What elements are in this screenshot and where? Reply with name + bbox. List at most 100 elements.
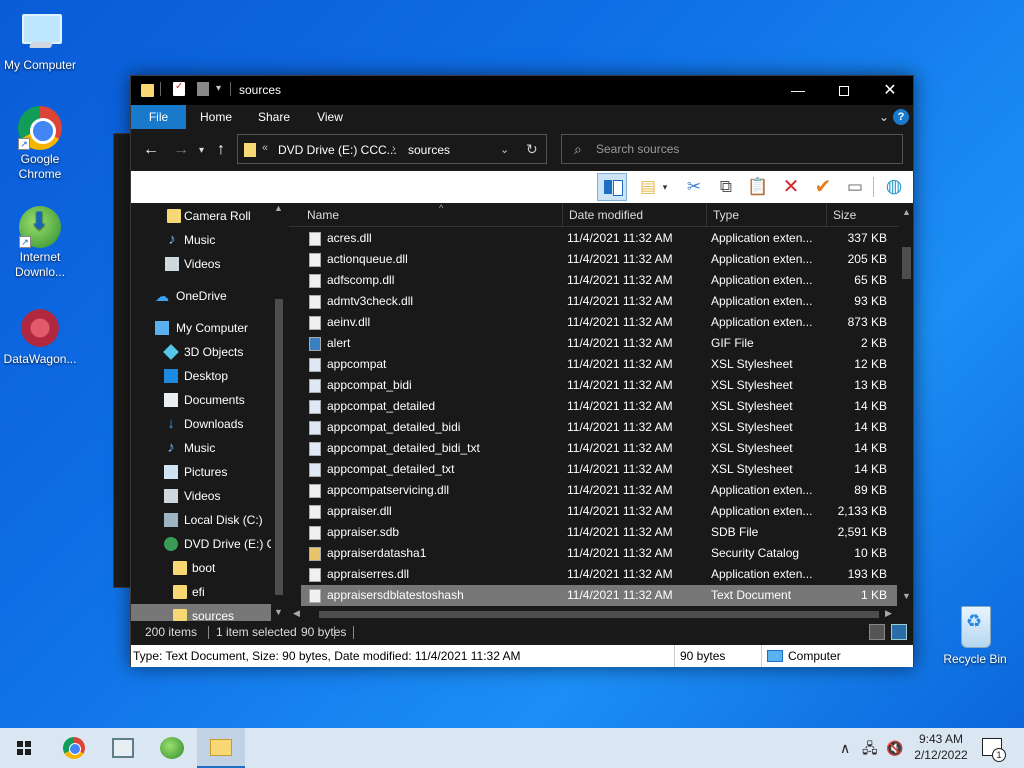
change-view-icon[interactable]: ▤ <box>636 175 660 199</box>
taskbar-file-explorer[interactable] <box>197 728 245 768</box>
new-folder-icon[interactable] <box>197 82 209 96</box>
nav-item-my-computer[interactable]: My Computer <box>131 316 271 340</box>
back-button[interactable]: ← <box>143 141 159 159</box>
nav-item-pictures[interactable]: Pictures <box>131 460 271 484</box>
clock[interactable]: 9:43 AM 2/12/2022 <box>910 731 972 763</box>
file-row[interactable]: adfscomp.dll 11/4/2021 11:32 AM Applicatio… <box>301 270 897 291</box>
start-button[interactable] <box>0 728 48 768</box>
file-row[interactable]: appraiserres.dll 11/4/2021 11:32 AM Applic… <box>301 564 897 585</box>
scroll-thumb[interactable] <box>275 299 283 595</box>
column-header-date-modified[interactable]: Date modified <box>563 203 707 227</box>
taskbar-chrome[interactable] <box>50 728 98 768</box>
file-row[interactable]: actionqueue.dll 11/4/2021 11:32 AM Applica… <box>301 249 897 270</box>
up-button[interactable]: ↑ <box>217 141 225 159</box>
tab-file[interactable]: File <box>131 105 186 129</box>
copy-icon[interactable]: ⧉ <box>714 175 738 199</box>
nav-item-videos[interactable]: Videos <box>131 252 271 276</box>
address-bar[interactable]: « DVD Drive (E:) CCC... › sources ⌄ ↻ <box>237 134 547 164</box>
file-row[interactable]: appcompatservicing.dll 11/4/2021 11:32 AM… <box>301 480 897 501</box>
cut-icon[interactable]: ✂ <box>682 175 706 199</box>
quick-access-dropdown-icon[interactable]: ▾ <box>216 83 221 99</box>
file-list-horizontal-scrollbar[interactable]: ◀ ▶ <box>289 607 899 621</box>
properties-check-icon[interactable]: ✔ <box>811 175 835 199</box>
globe-icon[interactable]: ◍ <box>882 175 906 199</box>
nav-item-boot[interactable]: boot <box>131 556 271 580</box>
search-input[interactable] <box>596 139 896 159</box>
scroll-down-icon[interactable]: ▼ <box>274 607 283 617</box>
file-row[interactable]: admtv3check.dll 11/4/2021 11:32 AM Applica… <box>301 291 897 312</box>
large-icons-view-button[interactable] <box>891 624 907 640</box>
desktop-icon-internet-download-manager[interactable]: ↗ Internet Downlo... <box>0 206 80 280</box>
forward-button[interactable]: → <box>173 141 189 159</box>
nav-item-3d-objects[interactable]: 3D Objects <box>131 340 271 364</box>
file-row[interactable]: appcompat 11/4/2021 11:32 AM XSL Styleshee… <box>301 354 897 375</box>
properties-icon[interactable] <box>173 81 185 96</box>
breadcrumb-separator[interactable]: › <box>392 143 396 155</box>
minimize-button[interactable]: — <box>775 76 821 105</box>
search-box[interactable]: ⌕ <box>561 134 903 164</box>
nav-item-music-2[interactable]: ♪ Music <box>131 436 271 460</box>
view-dropdown-icon[interactable]: ▾ <box>659 175 671 199</box>
desktop-icon-recycle-bin[interactable]: Recycle Bin <box>935 602 1015 667</box>
file-row[interactable]: appcompat_detailed_txt 11/4/2021 11:32 AM… <box>301 459 897 480</box>
details-view-button[interactable] <box>869 624 885 640</box>
column-header-name[interactable]: ^ Name <box>301 203 563 227</box>
desktop-icon-my-computer[interactable]: My Computer <box>0 8 80 73</box>
breadcrumb-dvd-drive[interactable]: DVD Drive (E:) CCC... <box>278 143 397 157</box>
file-row[interactable]: appraisersdblatestoshash 11/4/2021 11:32 … <box>301 585 897 606</box>
address-history-dropdown-icon[interactable]: ⌄ <box>500 143 509 156</box>
paste-icon[interactable]: 📋 <box>746 175 770 199</box>
refresh-icon[interactable]: ↻ <box>526 141 538 158</box>
scroll-right-icon[interactable]: ▶ <box>885 608 892 619</box>
file-row[interactable]: acres.dll 11/4/2021 11:32 AM Application e… <box>301 228 897 249</box>
desktop-icon-datawagon[interactable]: DataWagon... <box>0 306 80 367</box>
volume-muted-icon[interactable]: 🔇 <box>886 728 903 768</box>
scroll-down-icon[interactable]: ▼ <box>902 591 911 601</box>
nav-scrollbar[interactable]: ▲ ▼ <box>271 203 287 621</box>
title-bar[interactable]: ▾ sources — ✕ <box>131 76 913 105</box>
taskbar-idm[interactable] <box>148 728 196 768</box>
file-row[interactable]: appcompat_detailed 11/4/2021 11:32 AM XSL … <box>301 396 897 417</box>
nav-item-dvd-drive[interactable]: DVD Drive (E:) CC <box>131 532 271 556</box>
file-row[interactable]: appcompat_detailed_bidi 11/4/2021 11:32 A… <box>301 417 897 438</box>
file-row[interactable]: appraiser.sdb 11/4/2021 11:32 AM SDB File 2… <box>301 522 897 543</box>
file-row[interactable]: appcompat_bidi 11/4/2021 11:32 AM XSL Styl… <box>301 375 897 396</box>
show-hidden-icons-icon[interactable]: ∧ <box>840 728 850 768</box>
nav-item-sources[interactable]: sources <box>131 604 271 621</box>
nav-item-downloads[interactable]: ↓ Downloads <box>131 412 271 436</box>
tab-home[interactable]: Home <box>191 105 241 129</box>
scroll-thumb[interactable] <box>319 611 879 618</box>
nav-item-documents[interactable]: Documents <box>131 388 271 412</box>
expand-ribbon-icon[interactable]: ⌄ <box>879 110 889 124</box>
taskbar-app-window[interactable] <box>99 728 147 768</box>
scroll-up-icon[interactable]: ▲ <box>902 207 911 217</box>
file-row[interactable]: appraiserdatasha1 11/4/2021 11:32 AM Secur… <box>301 543 897 564</box>
nav-item-desktop[interactable]: Desktop <box>131 364 271 388</box>
file-row[interactable]: alert 11/4/2021 11:32 AM GIF File 2 KB <box>301 333 897 354</box>
nav-item-music[interactable]: ♪ Music <box>131 228 271 252</box>
desktop-icon-google-chrome[interactable]: ↗ Google Chrome <box>0 106 80 182</box>
scroll-thumb[interactable] <box>902 247 911 279</box>
breadcrumb-overflow[interactable]: « <box>262 142 268 154</box>
scroll-left-icon[interactable]: ◀ <box>293 608 300 619</box>
file-row[interactable]: aeinv.dll 11/4/2021 11:32 AM Application e… <box>301 312 897 333</box>
delete-icon[interactable]: ✕ <box>779 175 803 199</box>
nav-item-camera-roll[interactable]: Camera Roll <box>131 204 271 228</box>
scroll-up-icon[interactable]: ▲ <box>274 203 283 213</box>
breadcrumb-sources[interactable]: sources <box>408 143 450 157</box>
file-row[interactable]: appraiser.dll 11/4/2021 11:32 AM Applicati… <box>301 501 897 522</box>
file-list-vertical-scrollbar[interactable]: ▲ ▼ <box>899 203 913 607</box>
column-header-type[interactable]: Type <box>707 203 827 227</box>
column-header-size[interactable]: Size <box>827 203 899 227</box>
help-icon[interactable]: ? <box>893 109 909 125</box>
nav-item-videos-2[interactable]: Videos <box>131 484 271 508</box>
file-row[interactable]: appcompat_detailed_bidi_txt 11/4/2021 11:… <box>301 438 897 459</box>
maximize-button[interactable] <box>821 76 867 105</box>
rename-icon[interactable]: ▭ <box>843 175 867 199</box>
nav-item-local-disk[interactable]: Local Disk (C:) <box>131 508 271 532</box>
network-icon[interactable]: 🖧 <box>862 728 878 768</box>
nav-item-efi[interactable]: efi <box>131 580 271 604</box>
tab-view[interactable]: View <box>307 105 353 129</box>
tab-share[interactable]: Share <box>247 105 301 129</box>
nav-item-onedrive[interactable]: ☁ OneDrive <box>131 284 271 308</box>
